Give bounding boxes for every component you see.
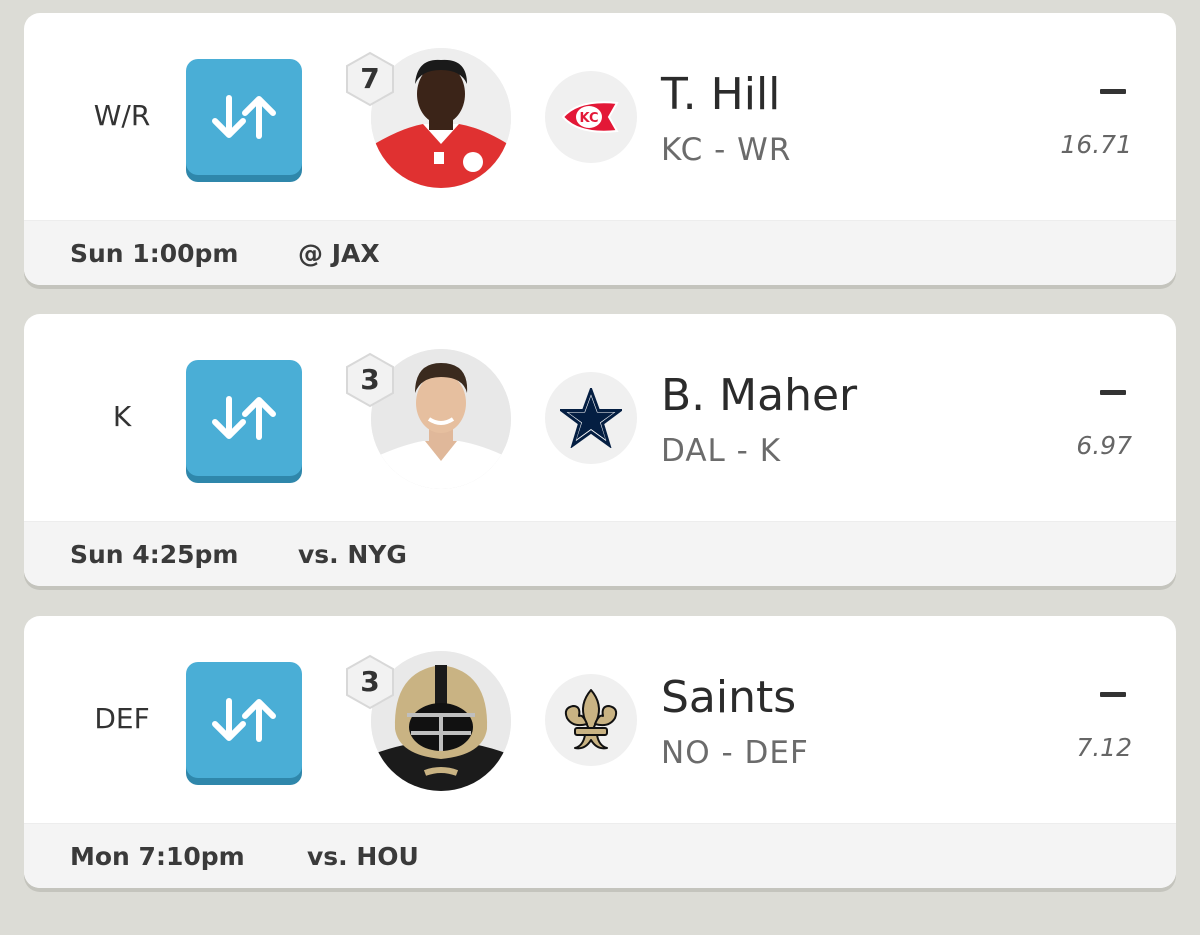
- game-info-bar: Mon 7:10pm vs. HOU: [24, 823, 1176, 888]
- game-time: Sun 4:25pm: [70, 540, 239, 569]
- roster-card-main: DEF 3 Saints NO - DEF 7.12: [24, 616, 1176, 823]
- lineup-slot-label: W/R: [93, 99, 151, 132]
- lineup-slot-label: K: [112, 400, 132, 433]
- roster-card[interactable]: W/R 7 KC T. Hill KC - WR 16.71 Sun 1:00p…: [24, 13, 1176, 285]
- rank-badge: 3: [344, 352, 396, 408]
- rank-number: 3: [360, 665, 380, 698]
- swap-arrows-icon: [212, 698, 276, 742]
- player-name[interactable]: Saints: [661, 672, 796, 724]
- game-info-bar: Sun 4:25pm vs. NYG: [24, 521, 1176, 586]
- swap-player-button[interactable]: [186, 662, 302, 778]
- game-time: Sun 1:00pm: [70, 239, 239, 268]
- projected-points: 6.97: [1076, 431, 1132, 460]
- rank-badge: 7: [344, 51, 396, 107]
- player-name[interactable]: B. Maher: [661, 370, 857, 422]
- swap-arrows-icon: [212, 95, 276, 139]
- fleur-de-lis-icon: [545, 674, 637, 766]
- roster-card[interactable]: K 3 B. Maher DAL - K 6.97 Sun 4:25pm vs.…: [24, 314, 1176, 586]
- projected-points: 7.12: [1076, 733, 1132, 762]
- player-team-position: KC - WR: [661, 132, 792, 168]
- roster-card[interactable]: DEF 3 Saints NO - DEF 7.12 Mon 7:10pm vs…: [24, 616, 1176, 888]
- game-time: Mon 7:10pm: [70, 842, 245, 871]
- swap-arrows-icon: [212, 396, 276, 440]
- svg-text:KC: KC: [579, 111, 598, 126]
- score-dash: [1100, 390, 1126, 395]
- rank-number: 7: [360, 62, 380, 95]
- swap-player-button[interactable]: [186, 360, 302, 476]
- lineup-slot-label: DEF: [94, 702, 150, 735]
- rank-number: 3: [360, 363, 380, 396]
- opponent: vs. HOU: [307, 842, 419, 871]
- player-name[interactable]: T. Hill: [661, 69, 780, 121]
- projected-points: 16.71: [1060, 130, 1132, 159]
- chiefs-logo-icon: KC: [545, 71, 637, 163]
- player-team-position: DAL - K: [661, 433, 782, 469]
- rank-badge: 3: [344, 654, 396, 710]
- cowboys-star-icon: [545, 372, 637, 464]
- score-dash: [1100, 692, 1126, 697]
- roster-card-main: W/R 7 KC T. Hill KC - WR 16.71: [24, 13, 1176, 220]
- swap-player-button[interactable]: [186, 59, 302, 175]
- opponent: vs. NYG: [298, 540, 407, 569]
- roster-card-main: K 3 B. Maher DAL - K 6.97: [24, 314, 1176, 521]
- score-dash: [1100, 89, 1126, 94]
- game-info-bar: Sun 1:00pm @ JAX: [24, 220, 1176, 285]
- opponent: @ JAX: [298, 239, 380, 268]
- player-team-position: NO - DEF: [661, 735, 809, 771]
